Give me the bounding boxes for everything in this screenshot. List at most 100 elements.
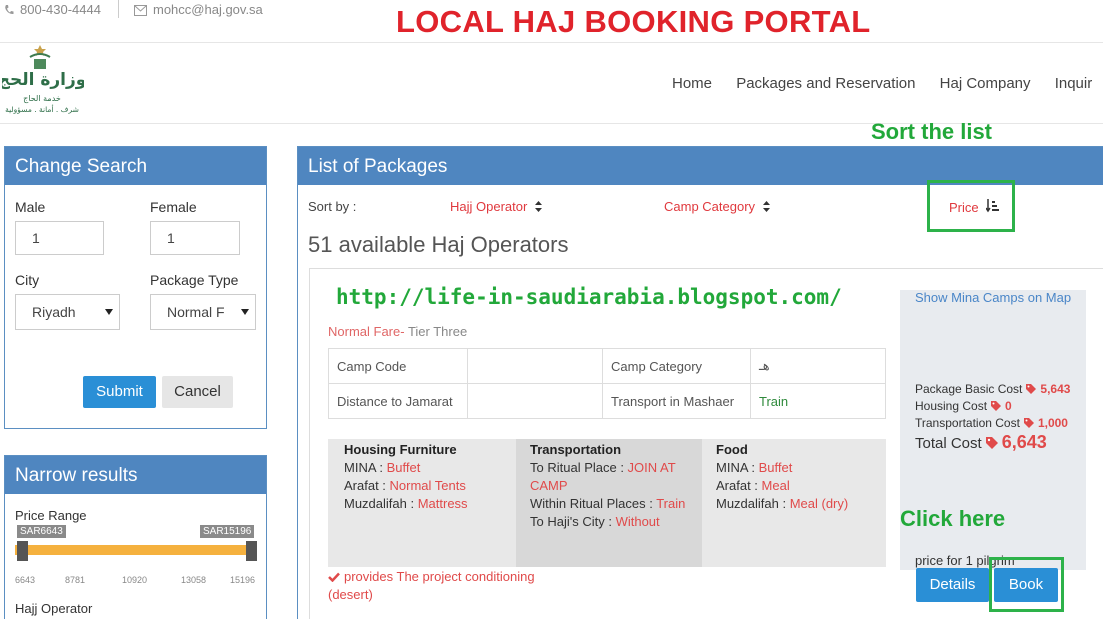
portal-title-annotation: LOCAL HAJ BOOKING PORTAL	[396, 4, 871, 39]
transport-label: Transport in Mashaer	[602, 383, 751, 419]
click-here-annotation: Click here	[900, 506, 1006, 531]
value: Train	[656, 496, 686, 511]
ministry-logo[interactable]: وزارة الحج خدمة الحاج شرف . أمانة . مسؤو…	[2, 43, 84, 119]
label: To Haji's City :	[530, 514, 616, 529]
price-tag-icon	[1023, 418, 1034, 428]
package-details: Housing Furniture MINA : Buffet Arafat :…	[328, 439, 886, 567]
transportation-column: Transportation To Ritual Place : JOIN AT…	[516, 439, 702, 567]
divider	[118, 0, 119, 18]
phone-number: 800-430-4444	[20, 2, 101, 17]
range-tick: 15196	[230, 575, 256, 585]
total-cost-row: Total Cost 6,643	[915, 432, 1070, 452]
label: Muzdalifah :	[344, 496, 418, 511]
provides-note: provides The project conditioning (deser…	[328, 568, 568, 604]
transportation-title: Transportation	[530, 442, 622, 457]
price-min-handle[interactable]	[17, 541, 28, 561]
phone-contact[interactable]: 800-430-4444	[4, 2, 101, 17]
transport-value: Train	[750, 383, 886, 419]
submit-button[interactable]: Submit	[83, 376, 156, 408]
change-search-title: Change Search	[5, 147, 266, 185]
food-title: Food	[716, 442, 748, 457]
city-select-value: Riyadh	[32, 304, 76, 320]
label: MINA :	[716, 460, 759, 475]
hajj-operator-filter-label: Hajj Operator	[15, 601, 93, 616]
label: Within Ritual Places :	[530, 496, 657, 511]
sort-icon	[534, 201, 542, 212]
book-highlight-box	[989, 557, 1064, 612]
housing-mina: MINA : Buffet	[344, 459, 502, 477]
value: 6,643	[1001, 432, 1047, 452]
housing-cost-row: Housing Cost 0	[915, 398, 1070, 415]
range-tick: 10920	[122, 575, 148, 585]
cancel-button[interactable]: Cancel	[162, 376, 233, 408]
blog-url-annotation: http://life-in-saudiarabia.blogspot.com/	[336, 285, 842, 309]
sort-camp-category-label: Camp Category	[664, 199, 756, 214]
housing-muzdalifah: Muzdalifah : Mattress	[344, 495, 502, 513]
mina-camps-map-link[interactable]: Show Mina Camps on Map	[915, 290, 1071, 305]
male-label: Male	[15, 199, 46, 215]
value: Normal Tents	[389, 478, 466, 493]
value: 0	[1005, 399, 1012, 413]
label: Total Cost	[915, 435, 982, 452]
transport-city: To Haji's City : Without	[530, 513, 688, 531]
price-tag-icon	[1026, 384, 1037, 394]
provides-text: provides The project conditioning (deser…	[328, 569, 535, 602]
female-label: Female	[150, 199, 197, 215]
nav-haj-company[interactable]: Haj Company	[940, 75, 1031, 92]
label: To Ritual Place :	[530, 460, 628, 475]
fare-type: Normal Fare-	[328, 324, 405, 339]
sort-camp-category[interactable]: Camp Category	[664, 199, 770, 214]
operators-count: 51 available Haj Operators	[308, 232, 569, 257]
range-tick: 13058	[181, 575, 207, 585]
male-input[interactable]: 1	[15, 221, 104, 255]
housing-arafat: Arafat : Normal Tents	[344, 477, 502, 495]
value: Mattress	[417, 496, 468, 511]
value: Meal	[761, 478, 790, 493]
camp-code-value	[467, 348, 603, 384]
label: MINA :	[344, 460, 387, 475]
value: Buffet	[758, 460, 793, 475]
housing-column: Housing Furniture MINA : Buffet Arafat :…	[330, 439, 516, 567]
table-row: Distance to Jamarat Transport in Mashaer…	[328, 383, 886, 419]
price-range-track[interactable]	[15, 545, 257, 555]
range-tick: 6643	[15, 575, 36, 585]
sort-highlight-box	[927, 180, 1015, 232]
fare-label: Normal Fare- Tier Three	[328, 324, 467, 339]
site-header: وزارة الحج خدمة الحاج شرف . أمانة . مسؤو…	[0, 42, 1103, 124]
city-select[interactable]: Riyadh	[15, 294, 120, 330]
email-contact[interactable]: mohcc@haj.gov.sa	[134, 2, 263, 17]
package-type-select[interactable]: Normal F	[150, 294, 256, 330]
sort-list-annotation: Sort the list	[871, 119, 993, 144]
price-max-badge: SAR15196	[200, 525, 255, 538]
email-address: mohcc@haj.gov.sa	[153, 2, 263, 17]
female-input[interactable]: 1	[150, 221, 240, 255]
nav-home[interactable]: Home	[672, 75, 712, 92]
nav-inquiry[interactable]: Inquir	[1055, 75, 1093, 92]
value: 1,000	[1037, 416, 1068, 430]
value: 5,643	[1040, 382, 1071, 396]
price-range-label: Price Range	[15, 508, 87, 523]
transport-within: Within Ritual Places : Train	[530, 495, 688, 513]
label: Transportation Cost	[915, 416, 1020, 430]
value: Meal (dry)	[789, 496, 849, 511]
phone-icon	[5, 5, 14, 15]
logo-motto: شرف . أمانة . مسؤولية	[5, 104, 79, 114]
price-max-handle[interactable]	[246, 541, 257, 561]
envelope-icon	[134, 5, 147, 16]
label: Muzdalifah :	[716, 496, 790, 511]
label: Arafat :	[344, 478, 390, 493]
camp-category-value: هـ	[750, 348, 886, 384]
housing-title: Housing Furniture	[344, 442, 457, 457]
details-button[interactable]: Details	[916, 568, 989, 602]
sort-hajj-operator[interactable]: Hajj Operator	[450, 199, 542, 214]
price-min-badge: SAR6643	[17, 525, 66, 538]
distance-label: Distance to Jamarat	[328, 383, 468, 419]
distance-value	[467, 383, 603, 419]
food-column: Food MINA : Buffet Arafat : Meal Muzdali…	[702, 439, 886, 567]
table-row: Camp Code Camp Category هـ	[328, 348, 886, 384]
narrow-results-title: Narrow results	[5, 456, 266, 494]
logo-text: وزارة الحج	[2, 70, 84, 90]
caret-down-icon	[241, 309, 249, 315]
nav-packages-reservation[interactable]: Packages and Reservation	[736, 75, 915, 92]
food-arafat: Arafat : Meal	[716, 477, 872, 495]
